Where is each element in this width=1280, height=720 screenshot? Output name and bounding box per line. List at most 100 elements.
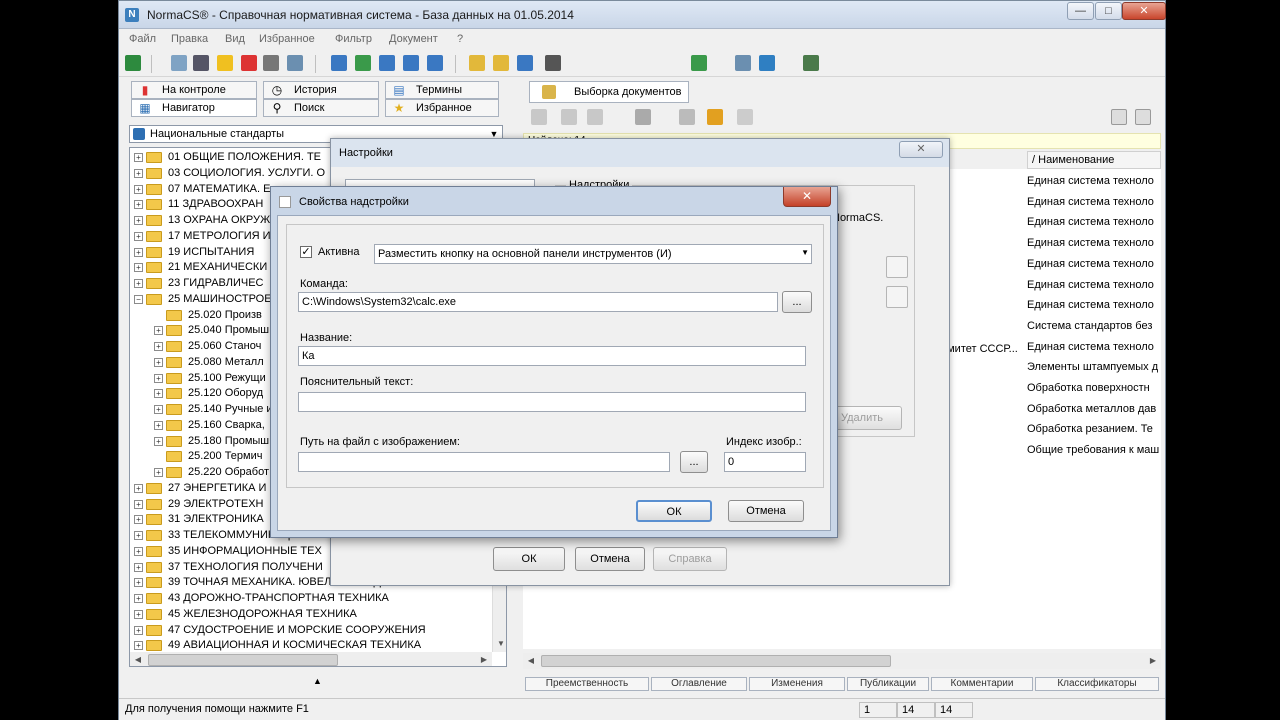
expand-icon[interactable]: + (154, 342, 163, 351)
menu-favorites[interactable]: Избранное (259, 33, 315, 45)
result-row[interactable]: Общие требования к маш (1027, 440, 1161, 461)
result-row[interactable]: Элементы штампуемых д (1027, 357, 1161, 378)
doc-blue-5-icon[interactable] (517, 55, 533, 71)
move-down-button[interactable] (886, 286, 908, 308)
scroll-thumb[interactable] (541, 655, 891, 667)
expand-icon[interactable]: + (134, 578, 143, 588)
result-row[interactable]: Единая система техноло (1027, 233, 1161, 254)
result-row[interactable]: Обработка поверхностн (1027, 378, 1161, 399)
settings-icon[interactable] (287, 55, 303, 71)
menu-help[interactable]: ? (457, 33, 463, 45)
expand-icon[interactable]: + (154, 357, 163, 367)
restore-icon[interactable] (1111, 109, 1127, 125)
expand-icon[interactable]: + (134, 263, 143, 273)
collapse-icon[interactable]: − (134, 294, 143, 304)
minimize-button[interactable]: — (1067, 2, 1094, 20)
expand-icon[interactable]: + (134, 546, 143, 556)
expand-icon[interactable]: + (134, 231, 143, 241)
expand-icon[interactable]: + (154, 405, 163, 414)
expand-icon[interactable]: + (134, 247, 143, 257)
filter-icon[interactable] (193, 55, 209, 71)
placement-select[interactable]: Разместить кнопку на основной панели инс… (374, 244, 812, 264)
result-row[interactable]: Обработка резанием. Те (1027, 419, 1161, 440)
doc-blue-3-icon[interactable] (403, 55, 419, 71)
doc-blue-4-icon[interactable] (427, 55, 443, 71)
expand-icon[interactable]: + (134, 515, 143, 525)
expand-icon[interactable]: + (134, 641, 143, 651)
column-header-name[interactable]: / Наименование (1027, 151, 1161, 169)
menu-file[interactable]: Файл (129, 33, 156, 45)
ok-button[interactable]: ОК (636, 500, 712, 522)
tab-classifiers[interactable]: Классификаторы (1035, 677, 1159, 691)
warning-icon[interactable] (707, 109, 723, 125)
tab-history[interactable]: ◷ История (263, 81, 379, 99)
tree-node[interactable]: +47 СУДОСТРОЕНИЕ И МОРСКИЕ СООРУЖЕНИЯ (130, 623, 492, 639)
result-row[interactable]: Обработка металлов дав (1027, 399, 1161, 420)
expand-icon[interactable]: + (154, 436, 163, 446)
tab-search[interactable]: ⚲ Поиск (263, 99, 379, 117)
active-checkbox[interactable]: ✓ (300, 246, 312, 258)
move-up-button[interactable] (886, 256, 908, 278)
browse-command-button[interactable]: ... (782, 291, 812, 313)
maximize-button[interactable]: □ (1095, 2, 1122, 20)
scroll-thumb[interactable] (148, 654, 338, 666)
tree-node[interactable]: +45 ЖЕЛЕЗНОДОРОЖНАЯ ТЕХНИКА (130, 607, 492, 623)
doc-yellow-2-icon[interactable] (493, 55, 509, 71)
command-field[interactable]: C:\Windows\System32\calc.exe (298, 292, 778, 312)
calc-icon[interactable] (803, 55, 819, 71)
close-button[interactable]: ✕ (1122, 2, 1166, 20)
settings-cancel-button[interactable]: Отмена (575, 547, 645, 571)
tab-navigator[interactable]: ▦ Навигатор (131, 99, 257, 117)
print-icon[interactable] (679, 109, 695, 125)
expand-icon[interactable]: + (154, 373, 163, 383)
tab-contents[interactable]: Оглавление (651, 677, 747, 691)
name-field[interactable]: Ка (298, 346, 806, 366)
expand-icon[interactable]: + (134, 216, 143, 225)
menu-view[interactable]: Вид (225, 33, 245, 45)
star-icon[interactable] (217, 55, 233, 71)
expand-icon[interactable] (531, 109, 547, 125)
addin-icon[interactable] (759, 55, 775, 71)
expand-icon[interactable]: + (134, 483, 143, 493)
doc-green-icon[interactable] (355, 55, 371, 71)
find-icon[interactable] (635, 109, 651, 125)
scroll-left-icon[interactable]: ◀ (130, 652, 146, 666)
expand-icon[interactable]: + (154, 389, 163, 399)
result-row[interactable]: Единая система техноло (1027, 337, 1161, 358)
expand-icon[interactable]: + (134, 562, 143, 572)
collapse-icon[interactable] (561, 109, 577, 125)
result-row[interactable]: Единая система техноло (1027, 212, 1161, 233)
tab-favorites[interactable]: ★ Избранное (385, 99, 499, 117)
refresh-icon[interactable] (545, 55, 561, 71)
expand-icon[interactable]: + (134, 531, 143, 540)
menu-document[interactable]: Документ (389, 33, 438, 45)
expand-icon[interactable]: + (134, 609, 143, 619)
expand-icon[interactable]: + (134, 168, 143, 178)
close-panel-icon[interactable] (1135, 109, 1151, 125)
splitter-grip-icon[interactable]: ▲ (313, 676, 322, 686)
export-icon[interactable] (737, 109, 753, 125)
doc-blue-1-icon[interactable] (331, 55, 347, 71)
tree-node[interactable]: +43 ДОРОЖНО-ТРАНСПОРТНАЯ ТЕХНИКА (130, 591, 492, 607)
result-row[interactable]: Единая система техноло (1027, 171, 1161, 192)
tab-comments[interactable]: Комментарии (931, 677, 1033, 691)
expand-icon[interactable]: + (134, 279, 143, 288)
expand-icon[interactable]: + (134, 625, 143, 635)
tab-succession[interactable]: Преемственность (525, 677, 649, 691)
home-icon[interactable] (125, 55, 141, 71)
scroll-right-icon[interactable]: ▶ (1145, 653, 1161, 669)
tab-document-selection[interactable]: Выборка документов (529, 81, 689, 103)
scroll-right-icon[interactable]: ▶ (476, 652, 492, 666)
results-horizontal-scrollbar[interactable]: ◀ ▶ (523, 653, 1161, 669)
menu-filter[interactable]: Фильтр (335, 33, 372, 45)
expand-icon[interactable]: + (134, 184, 143, 194)
expand-icon[interactable]: + (134, 594, 143, 603)
expand-icon[interactable]: + (134, 499, 143, 509)
tab-publications[interactable]: Публикации (847, 677, 929, 691)
tools-icon[interactable] (735, 55, 751, 71)
close-icon[interactable]: ✕ (783, 187, 831, 207)
result-row[interactable]: Единая система техноло (1027, 192, 1161, 213)
expand-icon[interactable]: + (154, 468, 163, 477)
tab-terms[interactable]: ▤ Термины (385, 81, 499, 99)
image-path-field[interactable] (298, 452, 670, 472)
